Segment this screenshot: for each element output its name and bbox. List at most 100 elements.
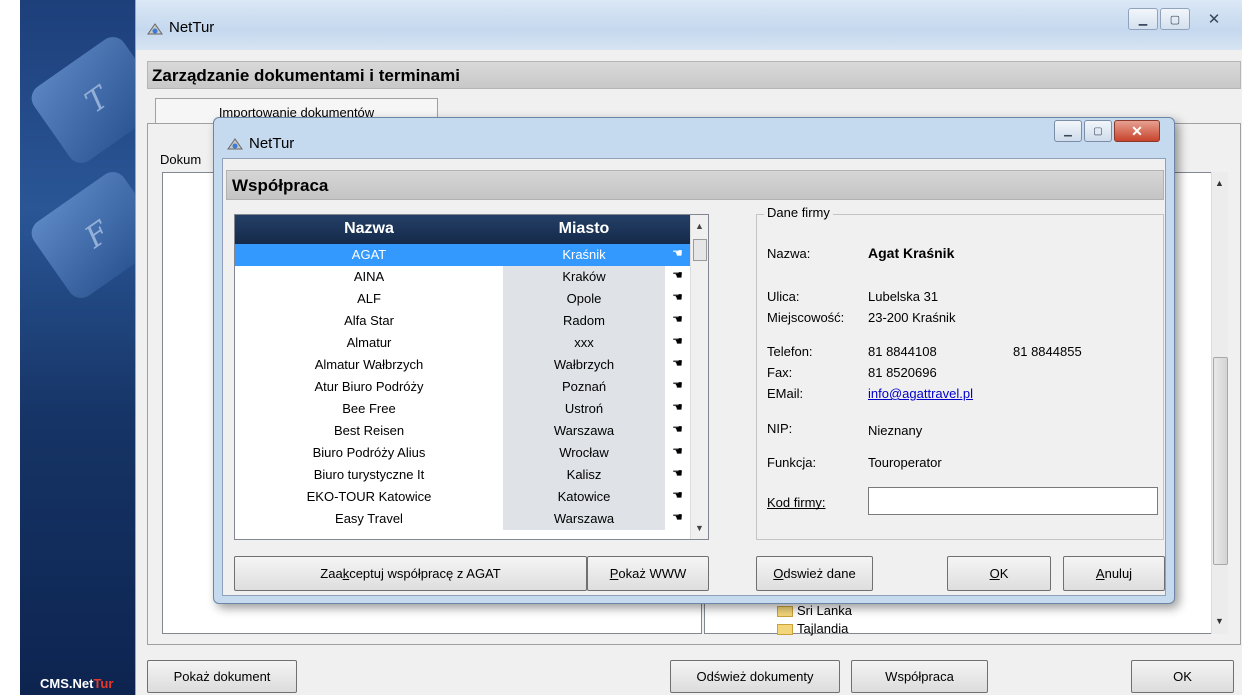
refresh-documents-button[interactable]: Odśwież dokumenty <box>670 660 840 693</box>
partner-name-cell: Atur Biuro Podróży <box>314 379 424 394</box>
partner-city-cell: Wrocław <box>503 442 665 464</box>
partners-grid[interactable]: Nazwa Miasto AGAT Kraśnik ☚ AINA Kraków ☚ ALF O… <box>234 214 709 540</box>
nettur-app-icon <box>227 138 243 150</box>
partner-row[interactable]: ALF Opole ☚ <box>235 288 690 310</box>
handshake-icon: ☚ <box>672 356 683 370</box>
column-header-icon <box>665 215 690 244</box>
scroll-down-arrow-icon[interactable]: ▼ <box>695 523 704 533</box>
partner-city-cell: Wałbrzych <box>503 354 665 376</box>
phone-label: Telefon: <box>767 344 813 359</box>
phone2-value: 81 8844855 <box>1013 344 1082 359</box>
partner-row[interactable]: EKO-TOUR Katowice Katowice ☚ <box>235 486 690 508</box>
page-title: Zarządzanie dokumentami i terminami <box>152 66 460 85</box>
dialog-title: NetTur <box>249 135 295 152</box>
scroll-up-arrow-icon[interactable]: ▲ <box>1215 178 1224 188</box>
grid-scrollbar[interactable]: ▲ ▼ <box>690 215 708 539</box>
partner-name-cell: AINA <box>353 269 385 284</box>
nip-label: NIP: <box>767 421 793 436</box>
dialog-header: Współpraca <box>226 170 1164 200</box>
street-label: Ulica: <box>767 289 800 304</box>
close-button[interactable]: ✕ <box>1192 8 1236 30</box>
page-header: Zarządzanie dokumentami i terminami <box>147 61 1241 89</box>
scroll-down-arrow-icon[interactable]: ▼ <box>1215 616 1224 626</box>
dialog-body: Współpraca Nazwa Miasto AGAT Kraśnik ☚ AINA… <box>222 158 1166 596</box>
handshake-icon: ☚ <box>672 510 683 524</box>
city-label: Miejscowość: <box>767 310 845 325</box>
tree-scrollbar[interactable]: ▲ ▼ <box>1211 172 1228 634</box>
scrollbar-thumb[interactable] <box>1213 357 1228 565</box>
partner-row[interactable]: Atur Biuro Podróży Poznań ☚ <box>235 376 690 398</box>
handshake-icon: ☚ <box>672 378 683 392</box>
nettur-app-icon <box>147 23 163 35</box>
company-data-title: Dane firmy <box>764 205 833 220</box>
scroll-up-arrow-icon[interactable]: ▲ <box>695 221 704 231</box>
handshake-icon: ☚ <box>672 334 683 348</box>
partner-city-cell: Warszawa <box>503 508 665 530</box>
partner-row[interactable]: Almatur xxx ☚ <box>235 332 690 354</box>
partner-name-cell: Almatur <box>346 335 392 350</box>
handshake-icon: ☚ <box>672 312 683 326</box>
partner-row[interactable]: AGAT Kraśnik ☚ <box>235 244 690 266</box>
function-value: Touroperator <box>868 455 942 470</box>
partner-name-cell: AGAT <box>235 244 503 266</box>
refresh-data-button[interactable]: Odswież dane <box>756 556 873 591</box>
partner-city-cell: Kraków <box>503 266 665 288</box>
grid-header: Nazwa Miasto <box>235 215 690 244</box>
show-document-button[interactable]: Pokaż dokument <box>147 660 297 693</box>
cooperation-button[interactable]: Współpraca <box>851 660 988 693</box>
partner-city-cell: Radom <box>503 310 665 332</box>
documents-label: Dokum <box>160 152 202 167</box>
partner-city-cell: Opole <box>503 288 665 310</box>
dialog-close-button[interactable]: ✕ <box>1114 120 1160 142</box>
minimize-button[interactable]: ▁ <box>1128 8 1158 30</box>
column-header-city[interactable]: Miasto <box>503 215 665 244</box>
main-window-title: NetTur <box>169 19 215 36</box>
dialog-minimize-button[interactable]: ▁ <box>1054 120 1082 142</box>
cooperation-dialog: NetTur ▁ ▢ ✕ Współpraca Nazwa Miasto AGA… <box>213 117 1175 604</box>
partner-name-cell: Almatur Wałbrzych <box>314 357 424 372</box>
accept-cooperation-button[interactable]: Zaa k ceptuj współpracę z AGAT <box>234 556 587 591</box>
phone-value: 81 8844108 <box>868 344 937 359</box>
company-code-label: Kod firmy: <box>767 495 826 510</box>
partner-city-cell: Kalisz <box>503 464 665 486</box>
main-ok-button[interactable]: OK <box>1131 660 1234 693</box>
maximize-button[interactable]: ▢ <box>1160 8 1190 30</box>
dialog-ok-button[interactable]: OK <box>947 556 1051 591</box>
handshake-icon: ☚ <box>672 290 683 304</box>
street-value: Lubelska 31 <box>868 289 939 304</box>
branding-sidebar: T F CMS.NetTur <box>20 0 148 695</box>
partner-city-cell: xxx <box>503 332 665 354</box>
email-link[interactable]: info@agattravel.pl <box>868 386 973 401</box>
column-header-name[interactable]: Nazwa <box>235 215 503 244</box>
tree-item[interactable]: Tajlandia <box>777 621 848 636</box>
keyboard-key-graphic: T <box>26 31 148 169</box>
scrollbar-thumb[interactable] <box>693 239 707 261</box>
partner-name-cell: ALF <box>357 291 381 306</box>
partner-row[interactable]: Alfa Star Radom ☚ <box>235 310 690 332</box>
partner-row[interactable]: Best Reisen Warszawa ☚ <box>235 420 690 442</box>
company-code-input[interactable] <box>868 487 1158 515</box>
handshake-icon: ☚ <box>672 444 683 458</box>
partner-row[interactable]: Almatur Wałbrzych Wałbrzych ☚ <box>235 354 690 376</box>
tree-item[interactable]: Sri Lanka <box>777 603 852 618</box>
city-value: 23-200 Kraśnik <box>868 310 956 325</box>
partner-name-cell: Biuro Podróży Alius <box>312 445 426 460</box>
partner-name-cell: Biuro turystyczne It <box>313 467 425 482</box>
partner-row[interactable]: Biuro Podróży Alius Wrocław ☚ <box>235 442 690 464</box>
show-www-button[interactable]: Pokaż WWW <box>587 556 709 591</box>
handshake-icon: ☚ <box>672 268 683 282</box>
partner-row[interactable]: Easy Travel Warszawa ☚ <box>235 508 690 530</box>
fax-label: Fax: <box>767 365 793 380</box>
partner-row[interactable]: AINA Kraków ☚ <box>235 266 690 288</box>
dialog-maximize-button[interactable]: ▢ <box>1084 120 1112 142</box>
partner-name-cell: Best Reisen <box>333 423 405 438</box>
keyboard-key-graphic: F <box>26 166 148 304</box>
handshake-icon: ☚ <box>672 488 683 502</box>
partner-city-cell: Poznań <box>503 376 665 398</box>
handshake-icon: ☚ <box>672 466 683 480</box>
folder-icon <box>777 624 793 636</box>
partner-row[interactable]: Bee Free Ustroń ☚ <box>235 398 690 420</box>
partner-name-cell: Easy Travel <box>335 511 403 526</box>
cancel-button[interactable]: Anuluj <box>1063 556 1165 591</box>
partner-row[interactable]: Biuro turystyczne It Kalisz ☚ <box>235 464 690 486</box>
